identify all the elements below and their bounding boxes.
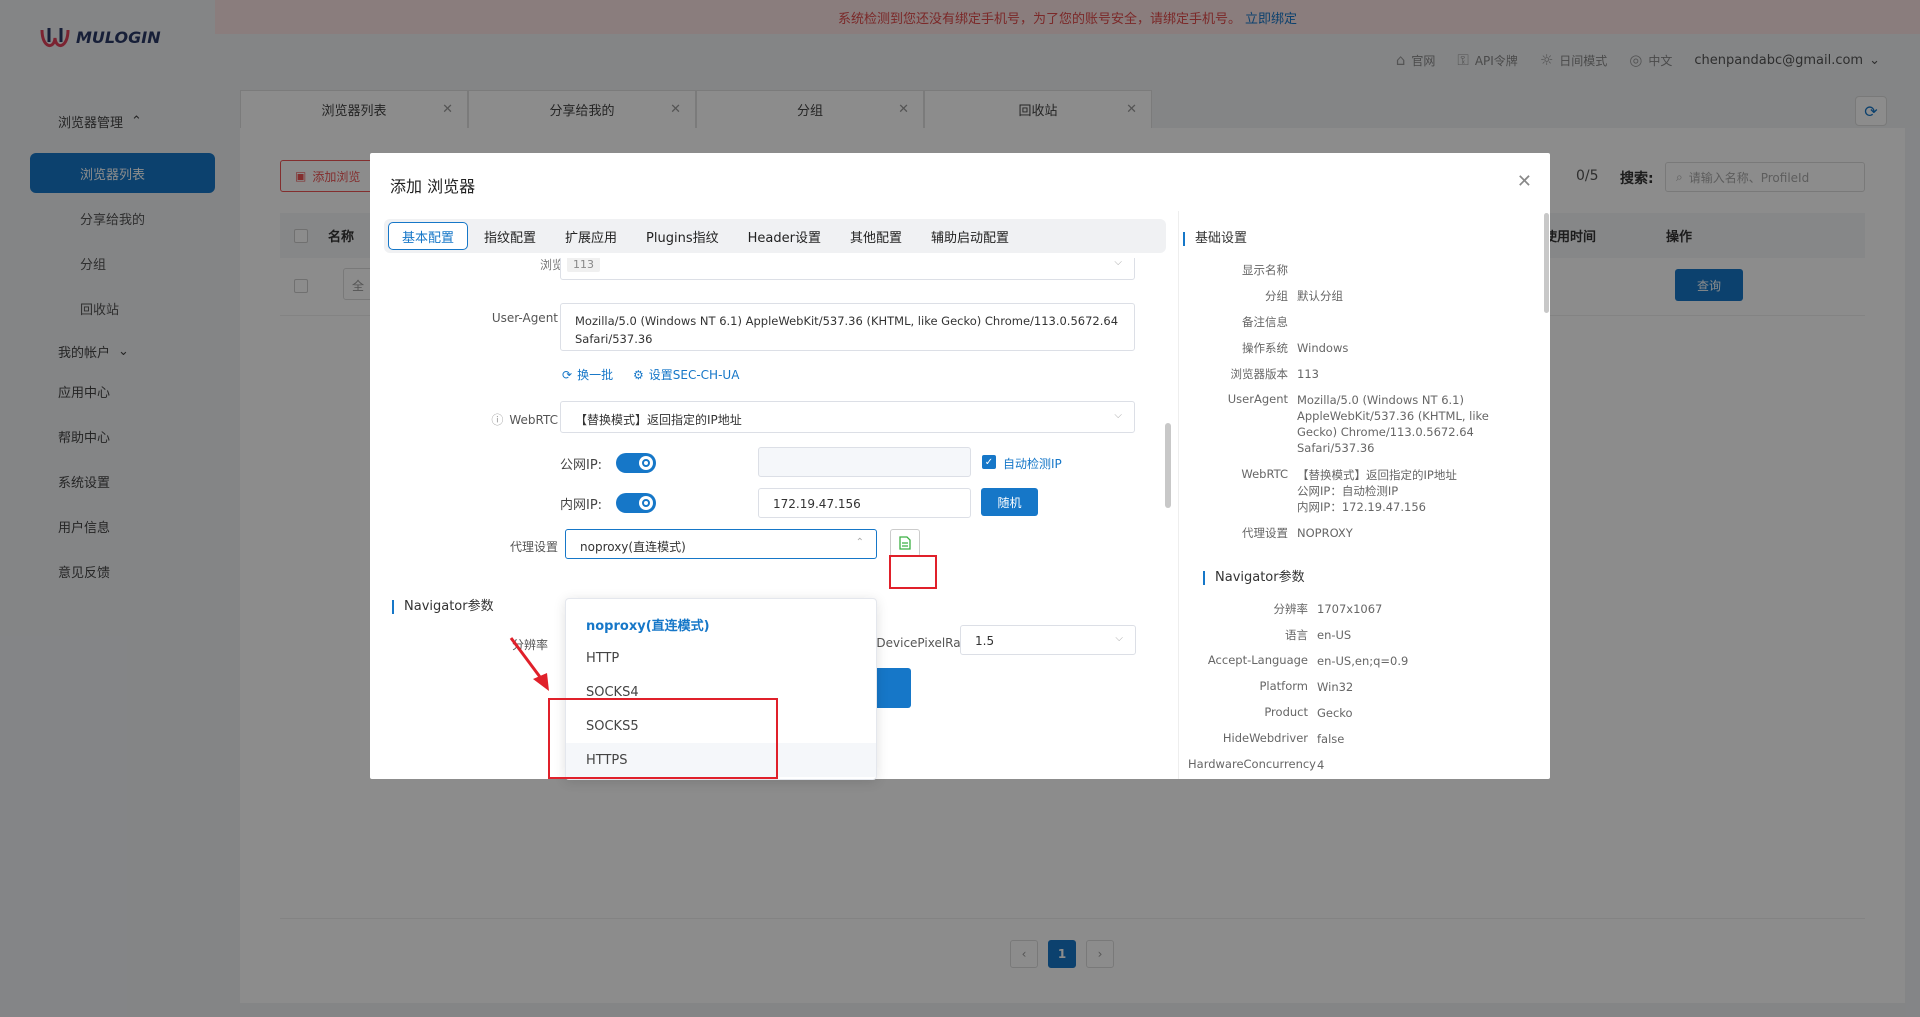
gear-icon: ⚙ <box>633 367 644 382</box>
summary-key: HideWebdriver <box>1222 731 1308 745</box>
summary-value: 默认分组 <box>1297 289 1343 303</box>
dialog-title: 添加 浏览器 <box>390 177 476 196</box>
ua-label: User-Agent <box>491 311 558 325</box>
dpr-value: 1.5 <box>975 634 995 648</box>
webrtc-select[interactable]: 【替换模式】返回指定的IP地址 ⌵ <box>560 401 1135 433</box>
tab-other-config[interactable]: 其他配置 <box>837 222 915 250</box>
webrtc-value: 【替换模式】返回指定的IP地址 <box>575 413 742 427</box>
change-batch-label: 换一批 <box>577 368 614 382</box>
webrtc-label: WebRTC <box>509 413 558 427</box>
summary-key: UserAgent <box>1227 392 1288 406</box>
highlight-box-socks5-https <box>548 698 778 779</box>
summary-key: 分组 <box>1265 289 1288 303</box>
auto-detect-label[interactable]: 自动检测IP <box>1003 455 1062 472</box>
tab-header-settings[interactable]: Header设置 <box>735 222 834 250</box>
summary-key: 操作系统 <box>1242 341 1288 355</box>
document-icon <box>899 536 911 550</box>
summary-key: 分辨率 <box>1273 602 1309 616</box>
summary-scrollbar[interactable] <box>1544 213 1549 313</box>
chevron-down-icon: ⌵ <box>1115 633 1123 644</box>
summary-key: 显示名称 <box>1242 263 1288 277</box>
public-ip-toggle[interactable] <box>616 453 656 473</box>
summary-value: 113 <box>1297 367 1319 381</box>
summary-value: 【替换模式】返回指定的IP地址 <box>1297 468 1457 482</box>
summary-value: Gecko <box>1317 706 1353 720</box>
proxy-option-http[interactable]: HTTP <box>566 641 876 675</box>
summary-key: 语言 <box>1285 628 1308 642</box>
proxy-select[interactable]: noproxy(直连模式) ⌃ <box>565 529 877 559</box>
dpr-select[interactable]: 1.5 ⌵ <box>960 625 1136 655</box>
summary-key: Product <box>1264 705 1308 719</box>
change-batch-button[interactable]: ⟳ 换一批 <box>562 366 613 383</box>
proxy-option-noproxy[interactable]: noproxy(直连模式) <box>566 607 876 641</box>
ua-textarea[interactable]: Mozilla/5.0 (Windows NT 6.1) AppleWebKit… <box>560 303 1135 351</box>
random-ip-button[interactable]: 随机 <box>981 488 1038 516</box>
internal-ip-label: 内网IP: <box>560 498 603 513</box>
highlight-box-import <box>889 555 937 589</box>
refresh-icon: ⟳ <box>562 367 573 382</box>
public-ip-input[interactable] <box>758 447 971 477</box>
public-ip-label: 公网IP: <box>560 458 603 473</box>
navigator-summary-title: Navigator参数 <box>1203 571 1305 585</box>
set-sec-ch-ua-button[interactable]: ⚙ 设置SEC-CH-UA <box>633 366 739 383</box>
summary-key: 浏览器版本 <box>1230 367 1289 381</box>
chevron-up-icon: ⌃ <box>855 537 864 548</box>
internal-ip-toggle[interactable] <box>616 493 656 513</box>
summary-value: AppleWebKit/537.36 (KHTML, like <box>1297 409 1489 423</box>
tab-basic-config[interactable]: 基本配置 <box>388 222 469 250</box>
proxy-label: 代理设置 <box>509 540 558 554</box>
summary-key: Accept-Language <box>1207 653 1308 667</box>
summary-value: Win32 <box>1317 680 1354 694</box>
sec-ch-ua-label: 设置SEC-CH-UA <box>648 368 740 382</box>
summary-key: WebRTC <box>1241 467 1288 481</box>
tab-fingerprint-config[interactable]: 指纹配置 <box>471 222 549 250</box>
browser-version-select[interactable]: 113 ⌵ <box>560 258 1135 280</box>
form-scrollbar[interactable] <box>1165 423 1171 508</box>
close-icon[interactable]: ✕ <box>1517 171 1532 192</box>
summary-value: Safari/537.36 <box>1297 441 1375 455</box>
summary-value: 内网IP：172.19.47.156 <box>1297 500 1426 514</box>
config-tabs: 基本配置 指纹配置 扩展应用 Plugins指纹 Header设置 其他配置 辅… <box>384 219 1166 253</box>
chevron-down-icon: ⌵ <box>1114 410 1122 421</box>
summary-value: en-US,en;q=0.9 <box>1317 654 1409 668</box>
summary-value: false <box>1317 732 1345 746</box>
summary-value: Gecko) Chrome/113.0.5672.64 <box>1297 425 1474 439</box>
basic-settings-title: 基础设置 <box>1183 232 1247 246</box>
summary-value: Windows <box>1297 341 1349 355</box>
proxy-value: noproxy(直连模式) <box>580 540 686 554</box>
summary-key: 备注信息 <box>1242 315 1288 329</box>
tab-plugins[interactable]: Plugins指纹 <box>633 222 732 250</box>
summary-value: 公网IP：自动检测IP <box>1297 484 1399 498</box>
chevron-down-icon: ⌵ <box>1114 258 1122 268</box>
config-summary: 基础设置 显示名称 分组 默认分组 备注信息 操作系统 Windows 浏览器版… <box>1180 211 1540 779</box>
summary-key: HardwareConcurrency <box>1188 757 1316 771</box>
summary-value: Mozilla/5.0 (Windows NT 6.1) <box>1297 393 1464 407</box>
summary-value: 1707x1067 <box>1317 602 1383 616</box>
summary-key: 代理设置 <box>1242 526 1288 540</box>
divider <box>1178 211 1179 779</box>
version-tag: 113 <box>567 258 600 272</box>
tab-startup-config[interactable]: 辅助启动配置 <box>918 222 1022 250</box>
red-arrow-icon <box>509 637 549 691</box>
internal-ip-input[interactable]: 172.19.47.156 <box>758 488 971 518</box>
summary-key: Platform <box>1259 679 1309 693</box>
submit-button-partial[interactable] <box>875 668 911 708</box>
auto-detect-checkbox[interactable]: ✓ <box>982 455 996 469</box>
tab-extensions[interactable]: 扩展应用 <box>552 222 630 250</box>
summary-value: en-US <box>1317 628 1352 642</box>
info-icon[interactable]: ⓘ <box>491 413 503 427</box>
summary-value: NOPROXY <box>1297 526 1353 540</box>
navigator-section-title: Navigator参数 <box>392 600 494 614</box>
summary-value: 4 <box>1317 758 1325 772</box>
proxy-import-button[interactable] <box>890 529 920 557</box>
webrtc-label-group: ⓘ WebRTC <box>482 411 558 428</box>
